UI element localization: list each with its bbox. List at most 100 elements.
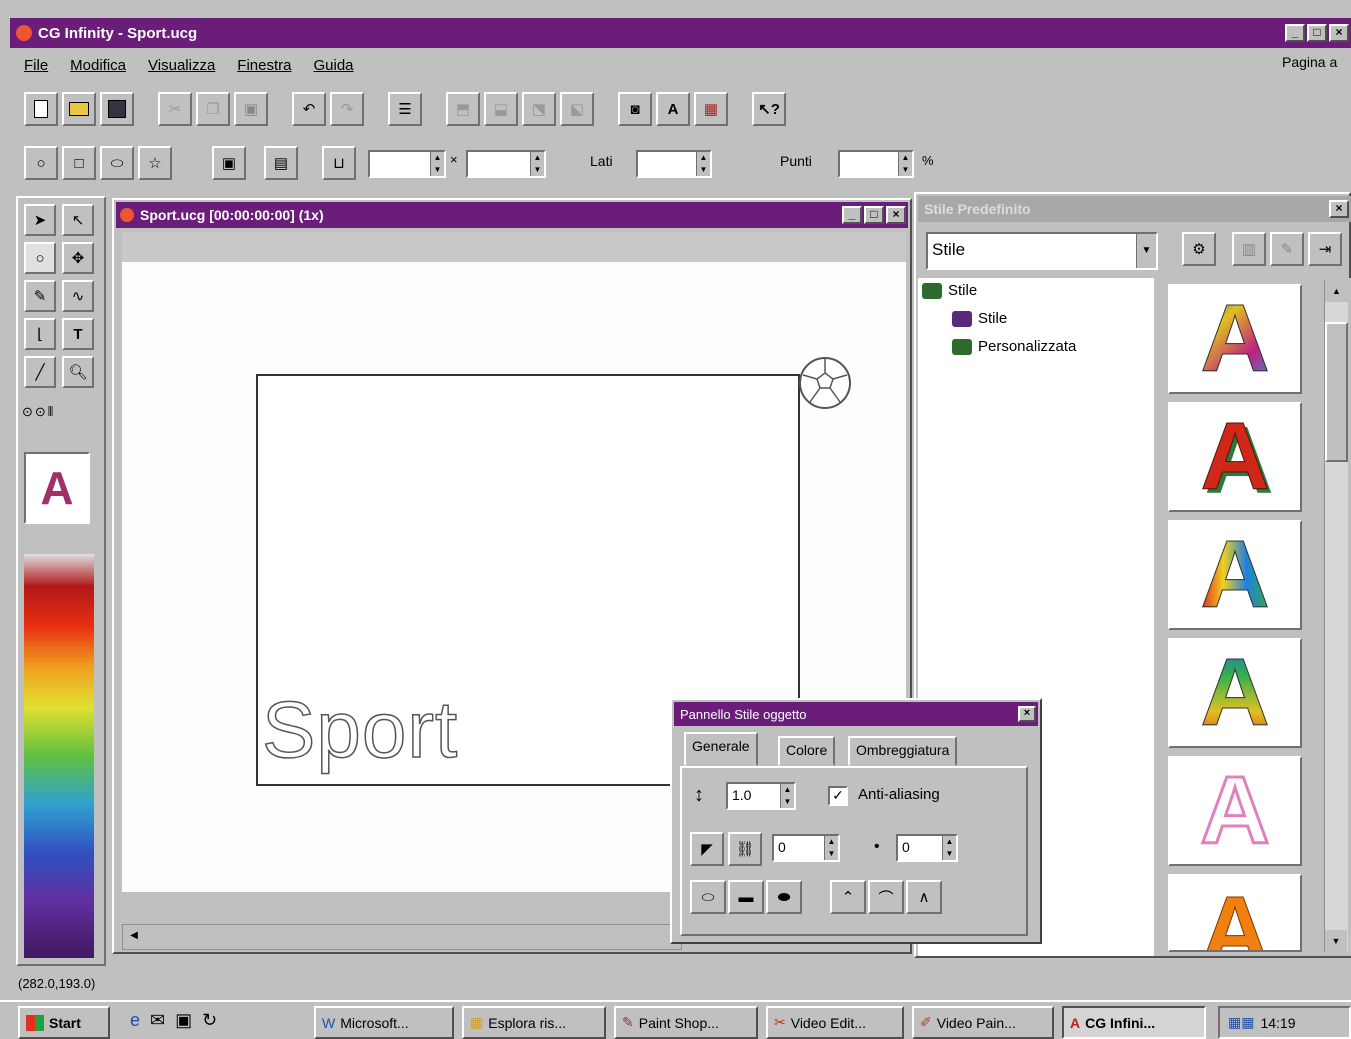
- tree-item-stile-root[interactable]: Stile: [922, 282, 977, 299]
- help-button[interactable]: ↖?: [752, 92, 786, 126]
- doc-close-button[interactable]: ×: [886, 206, 906, 224]
- backward-button[interactable]: ⬕: [560, 92, 594, 126]
- zoom-tool[interactable]: 🔍︎: [62, 356, 94, 388]
- shape-tool[interactable]: ⌊: [24, 318, 56, 350]
- redo-button[interactable]: ↷: [330, 92, 364, 126]
- punti-spinner[interactable]: ▲ ▼: [838, 150, 914, 178]
- doc-maximize-button[interactable]: □: [864, 206, 884, 224]
- text-tool[interactable]: T: [62, 318, 94, 350]
- close-button[interactable]: ×: [1329, 24, 1349, 42]
- menu-modifica[interactable]: Modifica: [70, 57, 126, 74]
- start-button[interactable]: Start: [18, 1006, 110, 1039]
- task-video-paint[interactable]: ✐ Video Pain...: [912, 1006, 1054, 1039]
- paste-button[interactable]: ▣: [234, 92, 268, 126]
- width-spinner[interactable]: ▲ ▼: [368, 150, 446, 178]
- menu-finestra[interactable]: Finestra: [237, 57, 291, 74]
- style-dropdown[interactable]: Stile ▼: [926, 232, 1158, 270]
- undo-button[interactable]: ↶: [292, 92, 326, 126]
- styles-close-button[interactable]: ×: [1329, 200, 1349, 218]
- offset-y-spinner[interactable]: 0 ▲ ▼: [896, 834, 958, 862]
- bezier-tool[interactable]: ∿: [62, 280, 94, 312]
- ellipse-tool[interactable]: ○: [24, 242, 56, 274]
- new-file-button[interactable]: [24, 92, 58, 126]
- tree-item-stile[interactable]: Stile: [952, 310, 1007, 327]
- arrange-front-button[interactable]: ⬒: [446, 92, 480, 126]
- transform-tool[interactable]: ✥: [62, 242, 94, 274]
- style-thumb-orange[interactable]: A: [1168, 874, 1302, 952]
- maximize-button[interactable]: □: [1307, 24, 1327, 42]
- freehand-tool[interactable]: ✎: [24, 280, 56, 312]
- soccer-ball-object[interactable]: [798, 356, 852, 410]
- channel-icon[interactable]: ↻: [202, 1010, 227, 1030]
- task-paintshop[interactable]: ✎ Paint Shop...: [614, 1006, 758, 1039]
- link-button[interactable]: ⛓: [728, 832, 762, 866]
- style-delete-button[interactable]: ⇥: [1308, 232, 1342, 266]
- scroll-thumb[interactable]: [1325, 322, 1348, 462]
- tab-colore[interactable]: Colore: [778, 736, 836, 766]
- render-button[interactable]: ◙: [618, 92, 652, 126]
- menu-file[interactable]: File: [24, 57, 48, 74]
- menu-guida[interactable]: Guida: [313, 57, 353, 74]
- task-microsoft[interactable]: W Microsoft...: [314, 1006, 454, 1039]
- star-shape-button[interactable]: ☆: [138, 146, 172, 180]
- edge-round-button[interactable]: ⬭: [690, 880, 726, 914]
- copy-button[interactable]: ❐: [196, 92, 230, 126]
- style-thumb-multicolor[interactable]: A: [1168, 520, 1302, 630]
- line-tool[interactable]: ╱: [24, 356, 56, 388]
- open-file-button[interactable]: [62, 92, 96, 126]
- style-props-button[interactable]: ⚙: [1182, 232, 1216, 266]
- profile-sharp-button[interactable]: ∧: [906, 880, 942, 914]
- save-button[interactable]: [100, 92, 134, 126]
- style-thumb-pink-outline[interactable]: A: [1168, 756, 1302, 866]
- arrange-back-button[interactable]: ⬓: [484, 92, 518, 126]
- desktop-icon[interactable]: ▣: [175, 1010, 202, 1030]
- align-button[interactable]: ☰: [388, 92, 422, 126]
- style-thumb-red[interactable]: A: [1168, 402, 1302, 512]
- bevel-corner-button[interactable]: ◤: [690, 832, 724, 866]
- tab-generale[interactable]: Generale: [684, 732, 758, 766]
- task-cg-infinity[interactable]: A CG Infini...: [1062, 1006, 1206, 1039]
- color-palette[interactable]: [24, 554, 94, 958]
- profile-peak-button[interactable]: ⌃: [830, 880, 866, 914]
- text-style-button[interactable]: A: [656, 92, 690, 126]
- task-explorer[interactable]: ▦ Esplora ris...: [462, 1006, 606, 1039]
- outlook-icon[interactable]: ✉: [150, 1010, 175, 1030]
- toolbox-options[interactable]: ⊙⊙⫴: [22, 404, 102, 432]
- menu-visualizza[interactable]: Visualizza: [148, 57, 215, 74]
- style-add-button[interactable]: ▥: [1232, 232, 1266, 266]
- thickness-spinner[interactable]: 1.0 ▲ ▼: [726, 782, 796, 810]
- horizontal-scrollbar[interactable]: ◀: [122, 924, 682, 950]
- profile-curve-button[interactable]: ⌒: [868, 880, 904, 914]
- lati-spinner[interactable]: ▲ ▼: [636, 150, 712, 178]
- outline-mode-button[interactable]: ▤: [264, 146, 298, 180]
- height-spinner[interactable]: ▲ ▼: [466, 150, 546, 178]
- antialias-checkbox[interactable]: ✓: [828, 786, 848, 806]
- fill-mode-button[interactable]: ▣: [212, 146, 246, 180]
- style-thumb-rainbow[interactable]: A: [1168, 284, 1302, 394]
- task-video-edit[interactable]: ✂ Video Edit...: [766, 1006, 904, 1039]
- ellipse-shape-button[interactable]: ○: [24, 146, 58, 180]
- edge-chamfer-button[interactable]: ⬬: [766, 880, 802, 914]
- doc-minimize-button[interactable]: _: [842, 206, 862, 224]
- rectangle-shape-button[interactable]: □: [62, 146, 96, 180]
- ie-icon[interactable]: e: [130, 1010, 150, 1030]
- sport-text-object[interactable]: Sport: [261, 689, 458, 771]
- tray-network-icon[interactable]: ▦▦: [1228, 1014, 1254, 1031]
- props-close-button[interactable]: ×: [1018, 706, 1036, 722]
- select-tool[interactable]: ➤: [24, 204, 56, 236]
- video-button[interactable]: ▦: [694, 92, 728, 126]
- corner-button[interactable]: ⊔: [322, 146, 356, 180]
- forward-button[interactable]: ⬔: [522, 92, 556, 126]
- node-tool[interactable]: ↖: [62, 204, 94, 236]
- tab-ombreggiatura[interactable]: Ombreggiatura: [848, 736, 958, 766]
- style-preview[interactable]: A: [24, 452, 90, 524]
- cut-button[interactable]: ✂: [158, 92, 192, 126]
- tree-item-personalizzata[interactable]: Personalizzata: [952, 338, 1076, 355]
- style-thumb-gradient[interactable]: A: [1168, 638, 1302, 748]
- style-edit-button[interactable]: ✎: [1270, 232, 1304, 266]
- minimize-button[interactable]: _: [1285, 24, 1305, 42]
- polygon-shape-button[interactable]: ⬭: [100, 146, 134, 180]
- offset-x-spinner[interactable]: 0 ▲ ▼: [772, 834, 840, 862]
- edge-flat-button[interactable]: ▬: [728, 880, 764, 914]
- gallery-scrollbar[interactable]: ▲ ▼: [1324, 280, 1348, 952]
